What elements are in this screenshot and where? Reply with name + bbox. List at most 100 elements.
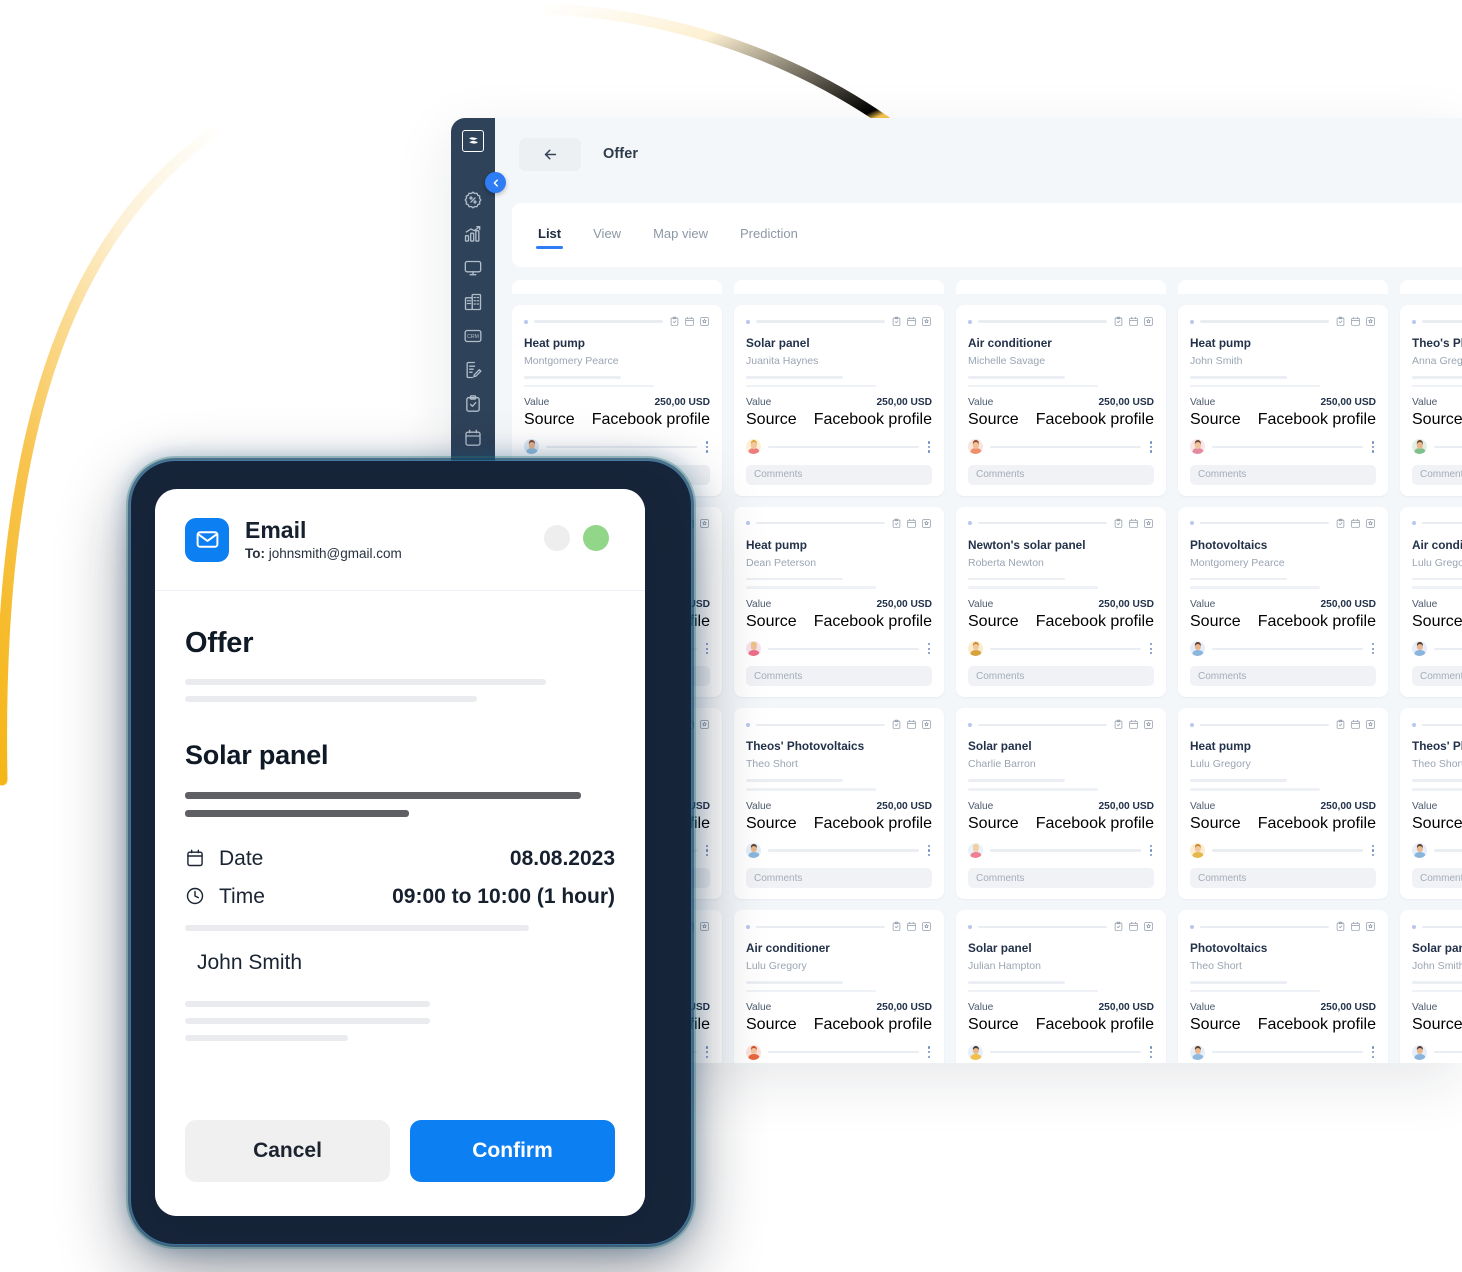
tab-prediction[interactable]: Prediction (738, 220, 800, 251)
card-menu-button[interactable] (1148, 640, 1154, 658)
deal-card[interactable]: Solar panel Charlie Barron Value 250,00 USD… (956, 708, 1166, 900)
clipboard-check-icon[interactable] (1113, 719, 1124, 730)
sidebar-item-deals[interactable] (463, 190, 483, 210)
card-action-icons[interactable] (1113, 719, 1154, 730)
clipboard-check-icon[interactable] (1335, 316, 1346, 327)
sidebar-item-documents[interactable] (463, 360, 483, 380)
calendar-icon[interactable] (1128, 921, 1139, 932)
card-action-icons[interactable] (669, 316, 710, 327)
tab-view[interactable]: View (591, 220, 623, 251)
tab-map-view[interactable]: Map view (651, 220, 710, 251)
status-dot-inactive[interactable] (544, 525, 570, 551)
comments-input[interactable]: Comments (968, 868, 1154, 889)
deal-card[interactable]: Heat pump John Smith Value 250,00 USD Source… (1178, 305, 1388, 496)
star-box-icon[interactable] (921, 921, 932, 932)
card-action-icons[interactable] (891, 921, 932, 932)
deal-card[interactable]: Air conditionerLulu GregoryValue250,00 U… (1400, 506, 1462, 698)
status-dot-active[interactable] (583, 525, 609, 551)
status-toggles[interactable] (544, 525, 609, 551)
card-action-icons[interactable] (891, 518, 932, 529)
card-menu-button[interactable] (704, 1043, 710, 1061)
comments-input[interactable]: Comments (1412, 868, 1462, 889)
card-menu-button[interactable] (926, 438, 932, 456)
comments-input[interactable]: Comments (746, 464, 932, 485)
sidebar-item-companies[interactable] (463, 292, 483, 312)
sidebar-item-analytics[interactable] (463, 224, 483, 244)
card-action-icons[interactable] (1113, 518, 1154, 529)
card-action-icons[interactable] (1335, 921, 1376, 932)
star-box-icon[interactable] (699, 921, 710, 932)
deal-card[interactable]: Theos' PhotovoltaicsTheo ShortValue250,0… (1400, 708, 1462, 900)
star-box-icon[interactable] (1143, 921, 1154, 932)
card-menu-button[interactable] (926, 842, 932, 860)
card-action-icons[interactable] (891, 316, 932, 327)
calendar-icon[interactable] (1350, 921, 1361, 932)
star-box-icon[interactable] (921, 518, 932, 529)
card-menu-button[interactable] (704, 640, 710, 658)
clipboard-check-icon[interactable] (891, 316, 902, 327)
comments-input[interactable]: Comments (1190, 868, 1376, 889)
deal-card[interactable]: Heat pump Dean Peterson Value 250,00 USD Sou… (734, 506, 944, 698)
deal-card[interactable]: Air conditionerLulu GregoryValue250,00 U… (734, 910, 944, 1063)
card-action-icons[interactable] (891, 719, 932, 730)
deal-card[interactable]: Theo's Photovoltaics Anna Gregory Value250… (1400, 305, 1462, 496)
calendar-icon[interactable] (906, 921, 917, 932)
clipboard-check-icon[interactable] (1113, 921, 1124, 932)
card-menu-button[interactable] (926, 640, 932, 658)
sidebar-item-dashboard[interactable] (463, 258, 483, 278)
card-menu-button[interactable] (1370, 438, 1376, 456)
star-box-icon[interactable] (1143, 316, 1154, 327)
confirm-button[interactable]: Confirm (410, 1120, 615, 1182)
deal-card[interactable]: Photovoltaics Theo Short Value 250,00 USD So… (1178, 910, 1388, 1063)
sidebar-collapse-button[interactable] (485, 172, 506, 193)
star-box-icon[interactable] (1365, 316, 1376, 327)
star-box-icon[interactable] (1365, 921, 1376, 932)
sidebar-item-tasks[interactable] (463, 394, 483, 414)
comments-input[interactable]: Comments (746, 666, 932, 687)
cancel-button[interactable]: Cancel (185, 1120, 390, 1182)
card-menu-button[interactable] (1370, 1043, 1376, 1061)
comments-input[interactable]: Comments (968, 464, 1154, 485)
clipboard-check-icon[interactable] (1335, 719, 1346, 730)
sidebar-item-crm[interactable]: CRM (463, 326, 483, 346)
card-menu-button[interactable] (1148, 842, 1154, 860)
comments-input[interactable]: Comments (1412, 666, 1462, 687)
clipboard-check-icon[interactable] (891, 921, 902, 932)
clipboard-check-icon[interactable] (1335, 921, 1346, 932)
deal-card[interactable]: Solar panel John Smith Value250,00 USD Sour… (1400, 910, 1462, 1063)
deal-card[interactable]: Theos' PhotovoltaicsTheo ShortValue250,0… (734, 708, 944, 900)
calendar-icon[interactable] (1128, 719, 1139, 730)
card-action-icons[interactable] (1113, 921, 1154, 932)
calendar-icon[interactable] (1350, 719, 1361, 730)
tab-list[interactable]: List (536, 220, 564, 251)
star-box-icon[interactable] (1365, 719, 1376, 730)
calendar-icon[interactable] (1350, 316, 1361, 327)
app-logo-icon[interactable] (462, 130, 484, 152)
card-menu-button[interactable] (704, 438, 710, 456)
card-menu-button[interactable] (1148, 438, 1154, 456)
calendar-icon[interactable] (906, 518, 917, 529)
card-action-icons[interactable] (1113, 316, 1154, 327)
calendar-icon[interactable] (906, 316, 917, 327)
deal-card[interactable]: Solar panel Julian Hampton Value 250,00 USD… (956, 910, 1166, 1063)
clipboard-check-icon[interactable] (1113, 316, 1124, 327)
card-menu-button[interactable] (1148, 1043, 1154, 1061)
comments-input[interactable]: Comments (1190, 666, 1376, 687)
comments-input[interactable]: Comments (968, 666, 1154, 687)
card-action-icons[interactable] (1335, 719, 1376, 730)
calendar-icon[interactable] (684, 316, 695, 327)
card-action-icons[interactable] (1335, 316, 1376, 327)
card-menu-button[interactable] (1370, 842, 1376, 860)
clipboard-check-icon[interactable] (891, 719, 902, 730)
star-box-icon[interactable] (699, 518, 710, 529)
comments-input[interactable]: Comments (1412, 464, 1462, 485)
card-menu-button[interactable] (926, 1043, 932, 1061)
deal-card[interactable]: Newton's solar panel Roberta Newton Value 2… (956, 506, 1166, 698)
clipboard-check-icon[interactable] (669, 316, 680, 327)
calendar-icon[interactable] (906, 719, 917, 730)
deal-card[interactable]: Photovoltaics Montgomery Pearce Value 250,0… (1178, 506, 1388, 698)
card-menu-button[interactable] (704, 842, 710, 860)
deal-card[interactable]: Air conditioner Michelle Savage Value 250,0… (956, 305, 1166, 496)
clipboard-check-icon[interactable] (1335, 518, 1346, 529)
clipboard-check-icon[interactable] (891, 518, 902, 529)
